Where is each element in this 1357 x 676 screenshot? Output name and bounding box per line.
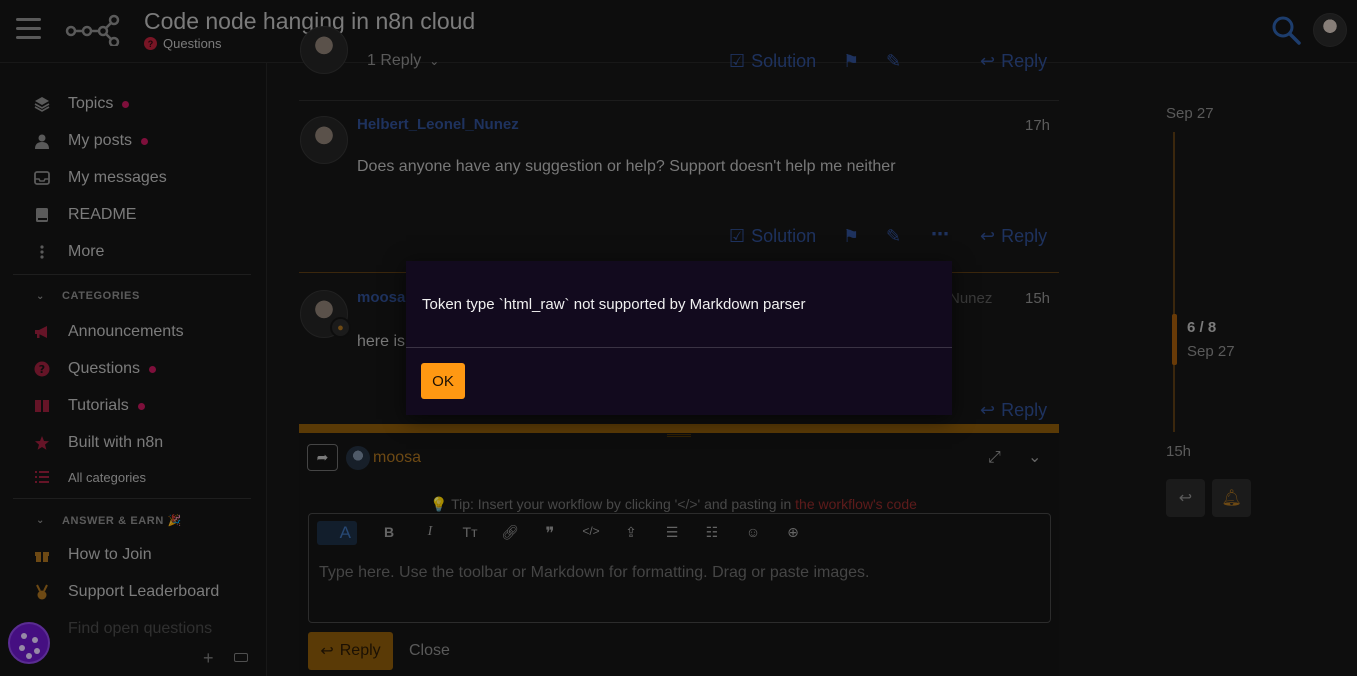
dialog-divider: [406, 347, 952, 348]
error-dialog: Token type `html_raw` not supported by M…: [406, 261, 952, 415]
error-message: Token type `html_raw` not supported by M…: [422, 296, 806, 313]
ok-button[interactable]: OK: [421, 363, 465, 399]
